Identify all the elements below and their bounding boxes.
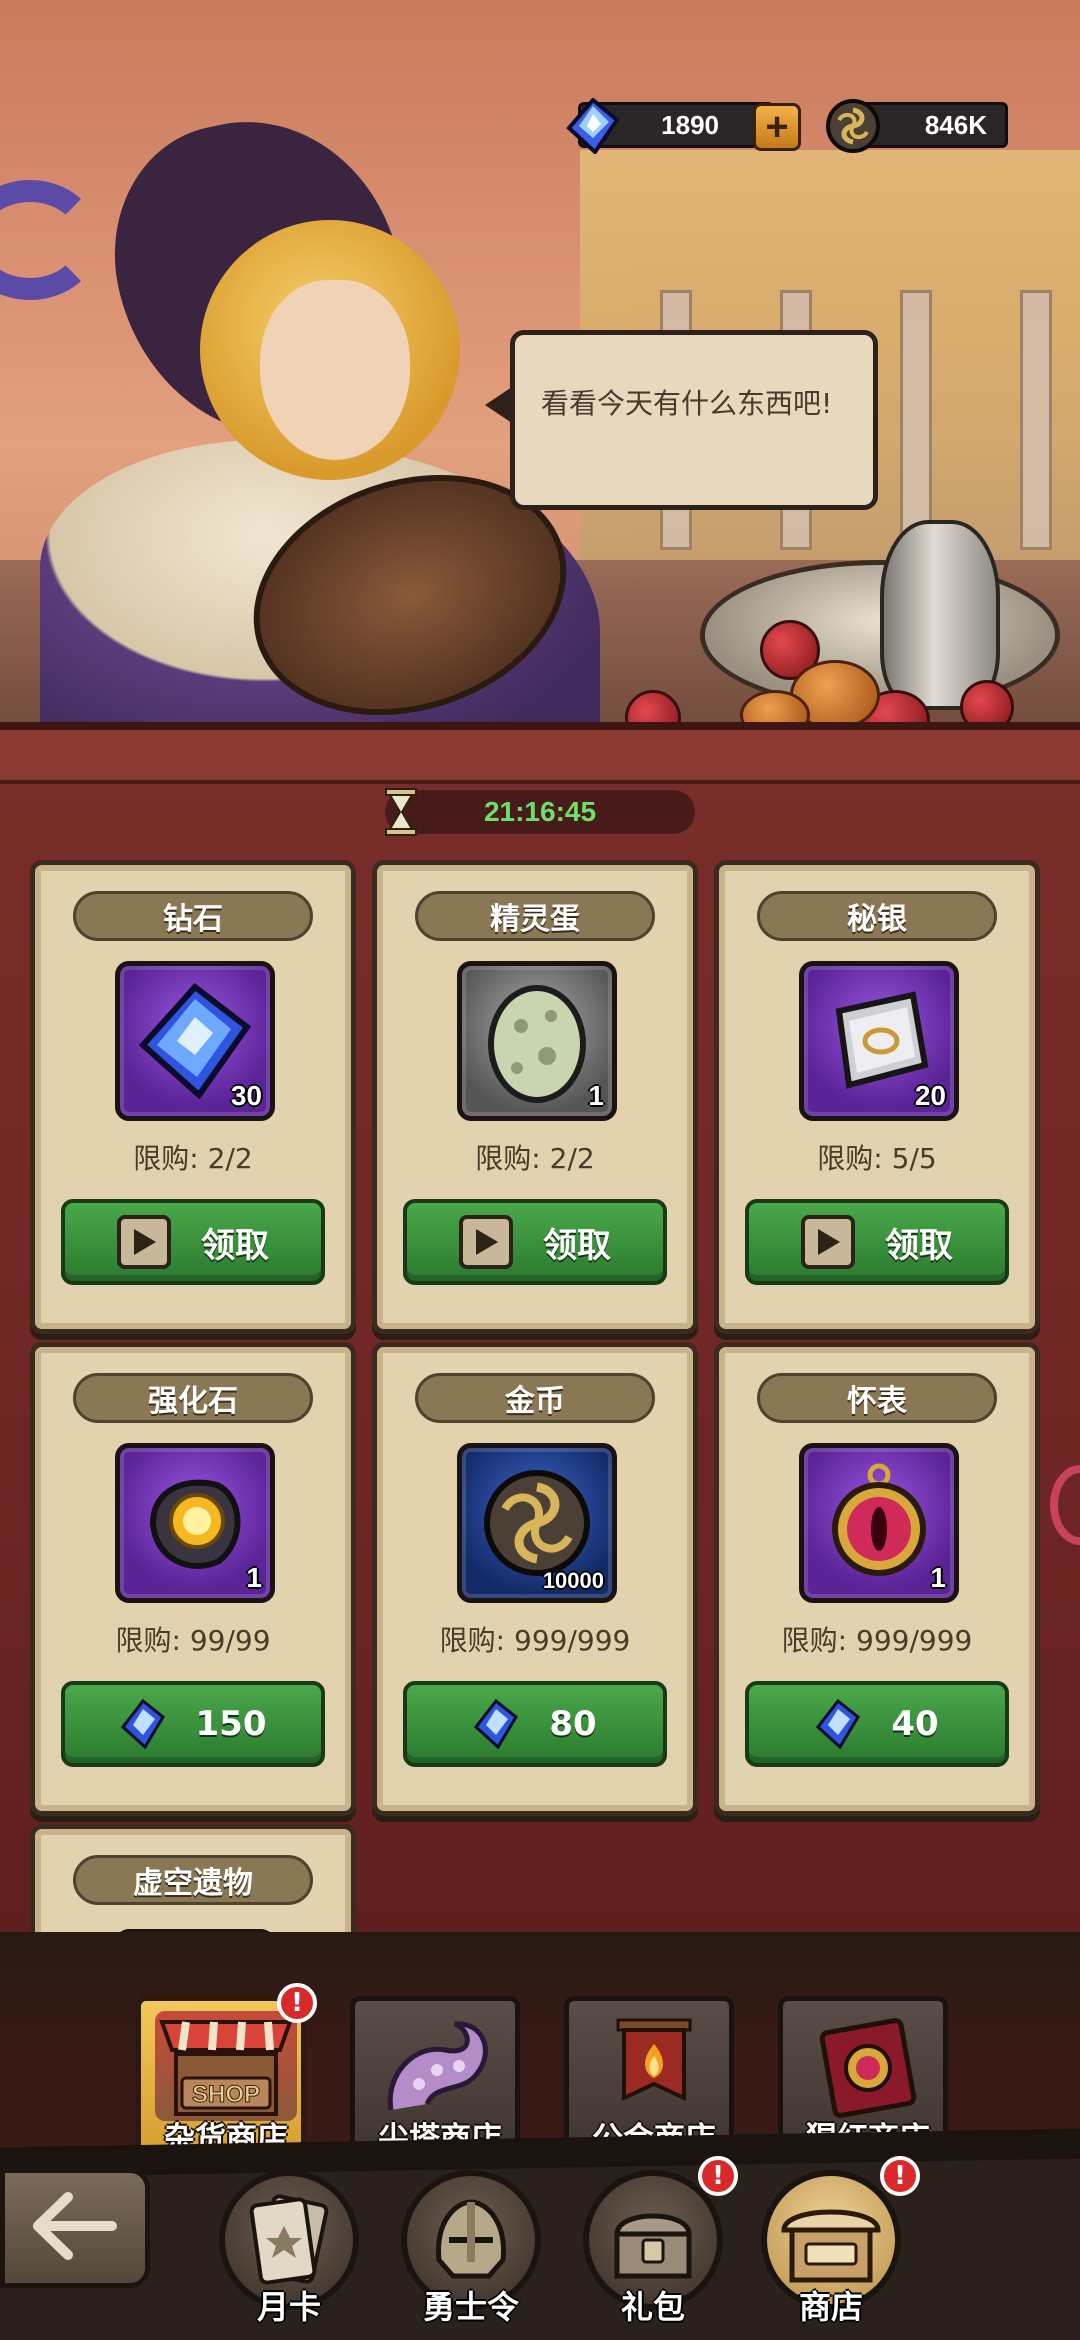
purchase-limit: 限购: 999/999: [439, 1624, 631, 1657]
claim-label: 领取: [201, 1225, 269, 1266]
claim-label: 领取: [885, 1225, 953, 1266]
diamond-icon[interactable]: 30: [115, 961, 275, 1121]
purchase-limit: 限购: 2/2: [133, 1142, 253, 1175]
elf-egg-icon[interactable]: 1: [457, 961, 617, 1121]
item-name: 强化石: [73, 1373, 313, 1423]
buy-button[interactable]: 80: [403, 1681, 667, 1767]
nav-label: 礼包: [620, 2288, 685, 2326]
claim-button[interactable]: 领取: [403, 1199, 667, 1285]
notification-badge: !: [880, 2156, 920, 2196]
notification-badge: !: [277, 1983, 317, 2023]
item-name: 怀表: [757, 1373, 997, 1423]
tentacle-icon: [369, 2011, 511, 2121]
gem-counter: 1890 +: [566, 98, 801, 154]
item-qty: 20: [914, 1080, 946, 1111]
buy-button[interactable]: 150: [61, 1681, 325, 1767]
shop-item-card: 金币 10000 限购: 999/999 80: [372, 1342, 698, 1816]
item-name: 秘银: [757, 891, 997, 941]
gold-amount: 846K: [924, 109, 987, 140]
shop-sign-text: SHOP: [192, 2081, 260, 2108]
item-qty: 30: [230, 1080, 262, 1111]
back-arrow-icon: [30, 2191, 120, 2265]
price: 80: [549, 1704, 597, 1744]
shop-panel: 21:16:45 钻石 30 限购: 2/2 领取 精灵蛋 1 限购: 2/2 …: [0, 722, 1080, 1932]
item-name: 金币: [415, 1373, 655, 1423]
gold-coin-icon[interactable]: 10000: [457, 1443, 617, 1603]
price: 40: [891, 1704, 939, 1744]
item-qty: 1: [588, 1080, 604, 1111]
mithril-icon[interactable]: 20: [799, 961, 959, 1121]
add-gems-button[interactable]: +: [753, 103, 801, 151]
npc-speech-text: 看看今天有什么东西吧!: [541, 387, 833, 420]
gold-counter: 846K: [826, 99, 1008, 153]
item-qty: 1: [246, 1562, 262, 1593]
shop-stall-icon: SHOP: [155, 2011, 297, 2121]
item-qty: 1: [930, 1562, 946, 1593]
nav-label: 商店: [798, 2288, 863, 2326]
pocket-watch-icon[interactable]: 1: [799, 1443, 959, 1603]
item-qty: 10000: [542, 1568, 604, 1593]
shop-item-card: 怀表 1 限购: 999/999 40: [714, 1342, 1040, 1816]
nav-gift-pack[interactable]: 礼包 !: [578, 2156, 738, 2340]
shop-item-card: 钻石 30 限购: 2/2 领取: [30, 860, 356, 1334]
item-name: 精灵蛋: [415, 891, 655, 941]
scarlet-tome-icon: [797, 2011, 939, 2121]
gem-amount: 1890: [661, 109, 719, 140]
magic-swirl: [0, 180, 100, 300]
item-name: 钻石: [73, 891, 313, 941]
guild-banner-icon: [583, 2011, 725, 2121]
nav-label: 勇士令: [422, 2288, 519, 2326]
enhance-stone-icon[interactable]: 1: [115, 1443, 275, 1603]
diamond-icon: [120, 1698, 166, 1750]
purchase-limit: 限购: 2/2: [475, 1142, 595, 1175]
diamond-icon: [563, 95, 623, 157]
video-play-icon: [117, 1215, 171, 1269]
gold-coin-icon: [823, 95, 883, 157]
shop-item-card: 精灵蛋 1 限购: 2/2 领取: [372, 860, 698, 1334]
video-play-icon: [801, 1215, 855, 1269]
speech-tail: [485, 385, 515, 425]
nav-monthly-card[interactable]: 月卡: [214, 2170, 364, 2340]
bard-face: [260, 280, 410, 460]
npc-banner: 1890 + 846K 看看今天有什么东西吧!: [0, 0, 1080, 740]
notification-badge: !: [698, 2156, 738, 2196]
npc-speech-bubble: 看看今天有什么东西吧!: [485, 330, 878, 510]
shop-item-card: 秘银 20 限购: 5/5 领取: [714, 860, 1040, 1334]
diamond-icon: [815, 1698, 861, 1750]
shop-item-card: 虚空遗物: [30, 1824, 356, 1932]
refresh-timer: 21:16:45: [385, 788, 695, 836]
price: 150: [195, 1704, 267, 1744]
claim-button[interactable]: 领取: [61, 1199, 325, 1285]
nav-warrior-pass[interactable]: 勇士令: [396, 2170, 546, 2340]
purchase-limit: 限购: 99/99: [115, 1624, 271, 1657]
video-play-icon: [459, 1215, 513, 1269]
purchase-limit: 限购: 999/999: [781, 1624, 973, 1657]
hourglass-icon: [381, 784, 421, 840]
buy-button[interactable]: 40: [745, 1681, 1009, 1767]
item-name: 虚空遗物: [73, 1855, 313, 1905]
shop-item-card: 强化石 1 限购: 99/99 150: [30, 1342, 356, 1816]
nav-shop[interactable]: 商店 !: [756, 2156, 920, 2340]
purchase-limit: 限购: 5/5: [817, 1142, 937, 1175]
back-button[interactable]: [0, 2168, 150, 2288]
diamond-icon: [473, 1698, 519, 1750]
claim-label: 领取: [543, 1225, 611, 1266]
timer-text: 21:16:45: [483, 796, 597, 827]
nav-label: 月卡: [256, 2288, 321, 2326]
claim-button[interactable]: 领取: [745, 1199, 1009, 1285]
